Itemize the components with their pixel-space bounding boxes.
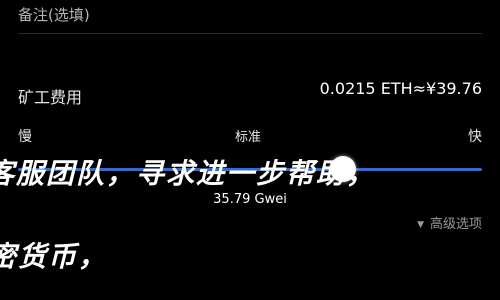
speed-standard-label: 标准 (235, 130, 262, 145)
advanced-options-label: 高级选项 (429, 217, 482, 232)
speed-labels: 慢 标准 快 (0, 126, 500, 148)
remark-divider (18, 33, 482, 34)
gas-price-value: 35.79 Gwei (213, 192, 287, 207)
remark-placeholder: 备注(选填) (18, 6, 90, 24)
overlay-caption-line-2: 密货币， (0, 240, 109, 273)
remark-field[interactable]: 备注(选填) (0, 0, 500, 34)
advanced-options-toggle[interactable]: ▼ 高级选项 (417, 213, 482, 232)
speed-slow-label: 慢 (18, 129, 32, 145)
overlay-caption-line-1: 客服团队，寻求进一步帮助， (0, 157, 377, 190)
speed-fast-label: 快 (468, 129, 482, 145)
miner-fee-value: 0.0215 ETH≈¥39.76 (319, 79, 482, 98)
miner-fee-label: 矿工费用 (18, 88, 83, 107)
caret-down-icon: ▼ (417, 220, 424, 230)
